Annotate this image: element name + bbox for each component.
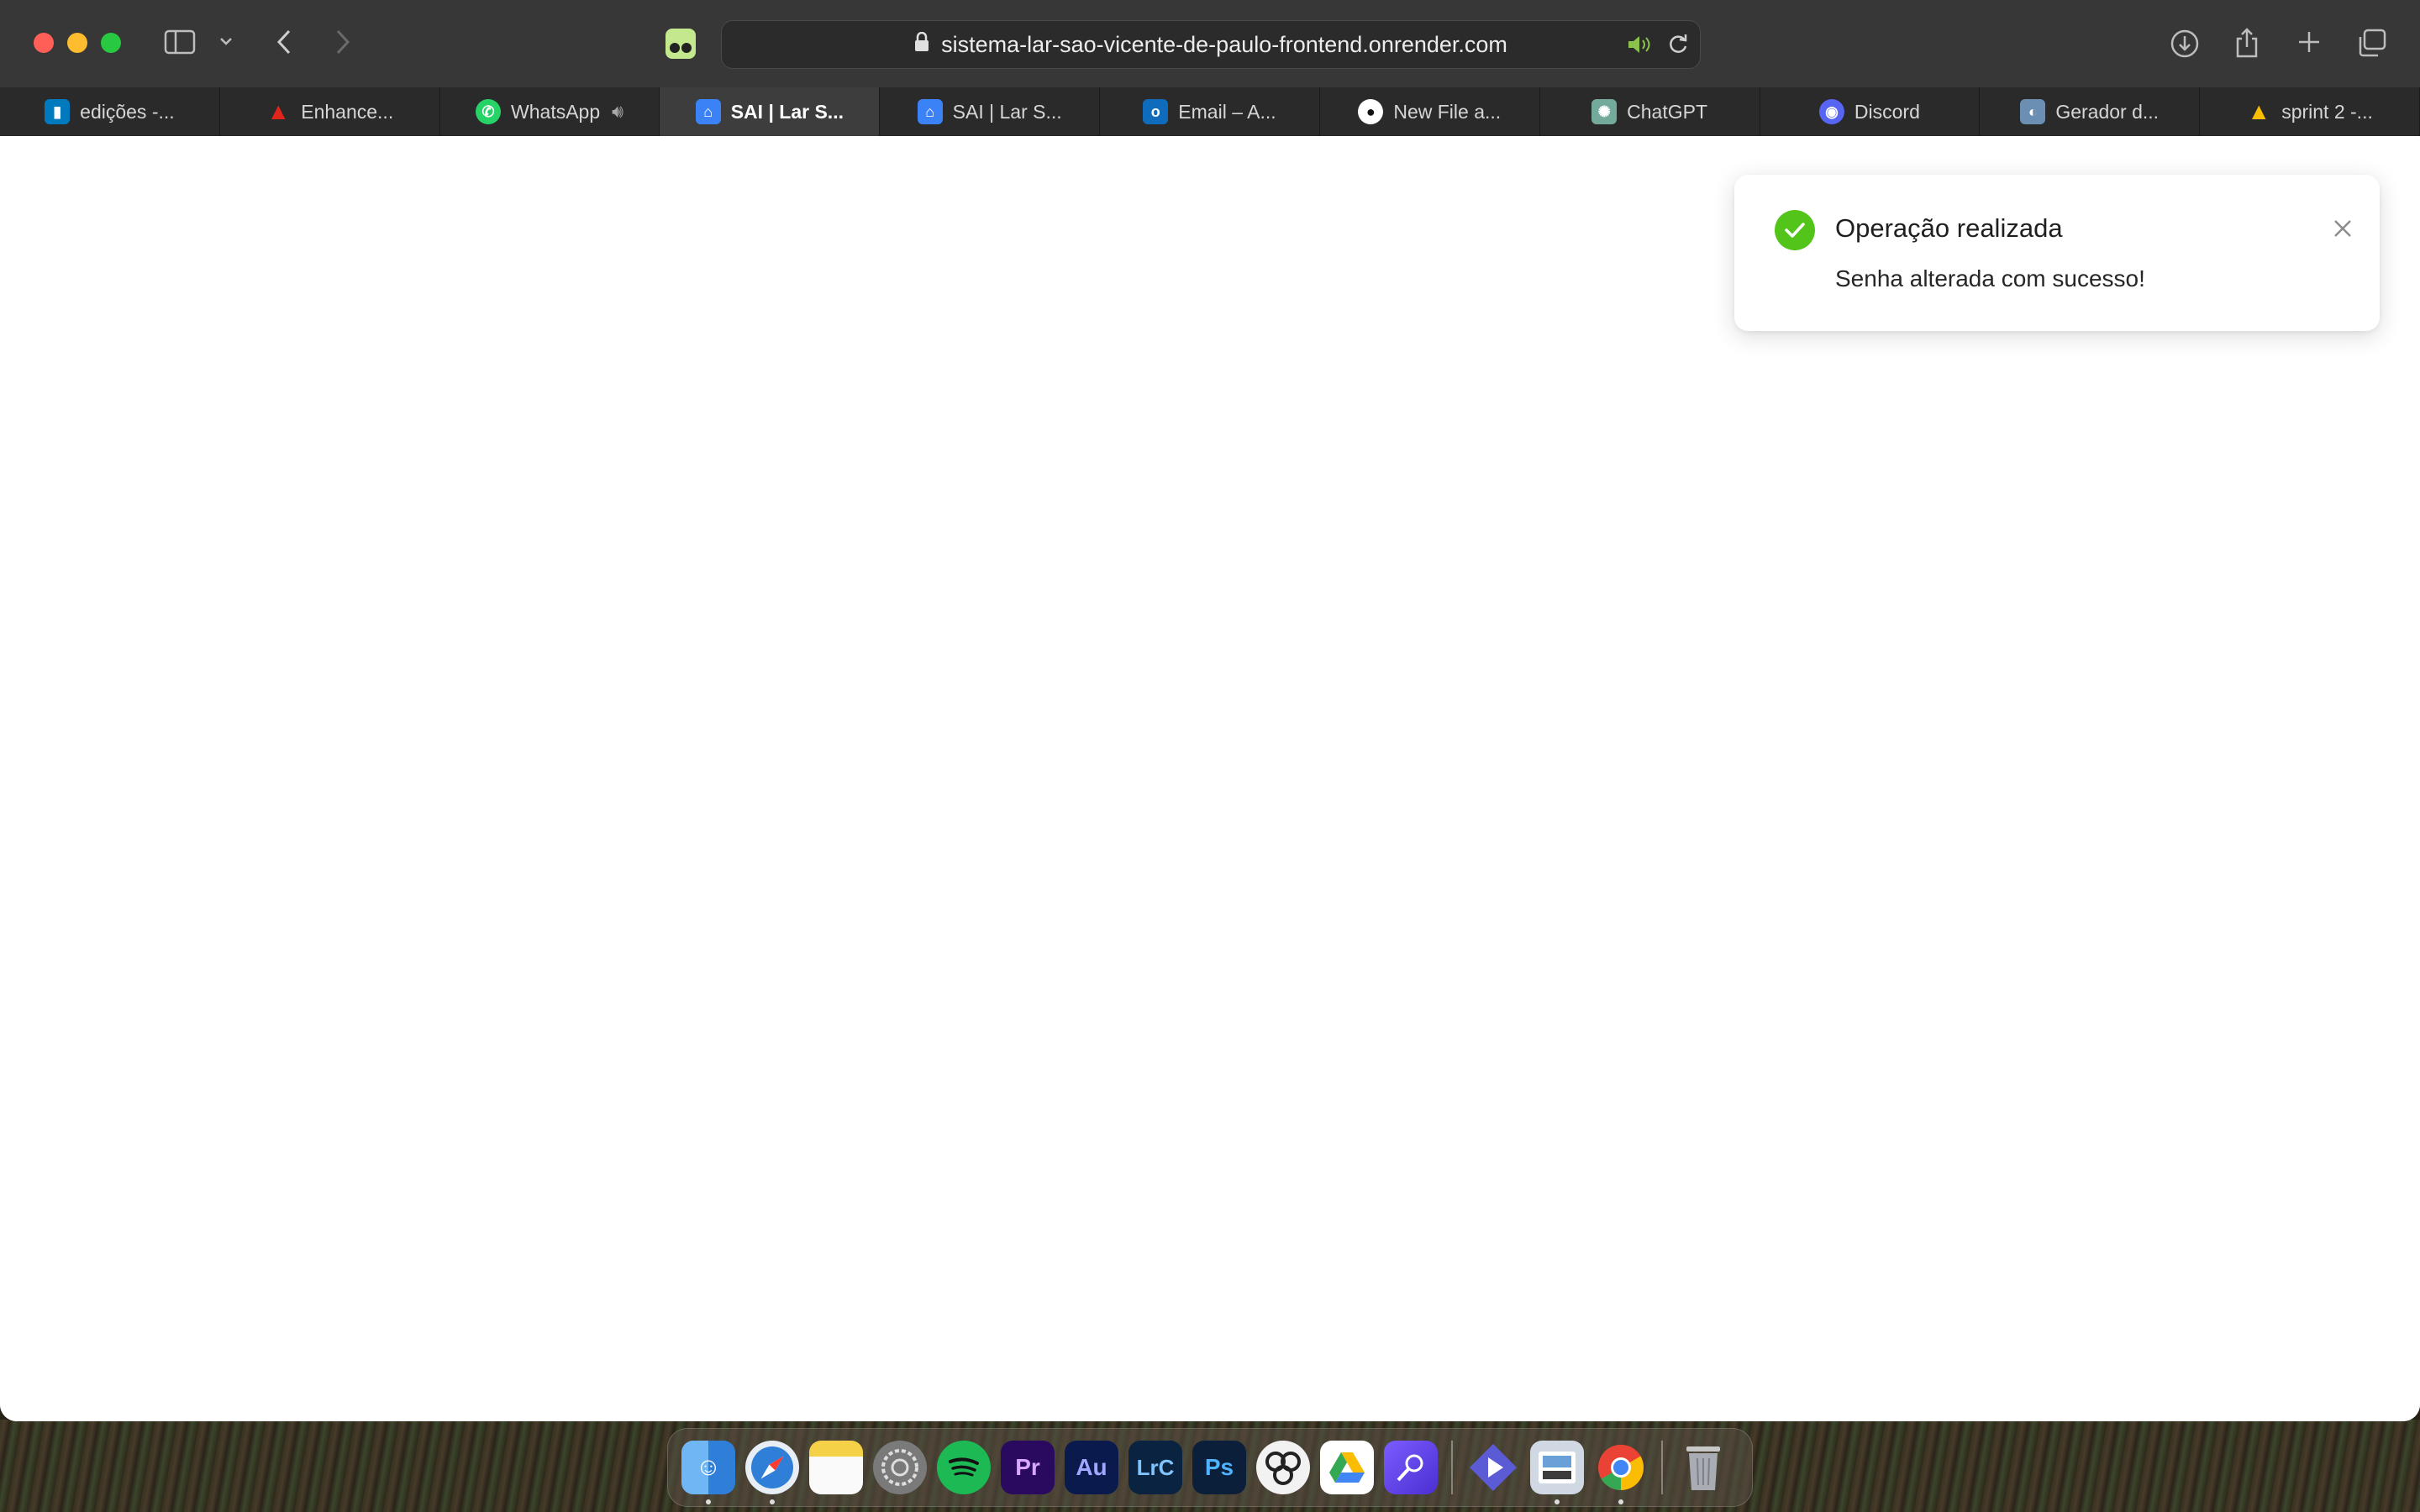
forward-icon[interactable] bbox=[328, 25, 358, 59]
tab-whatsapp[interactable]: ✆ WhatsApp 🔊︎ bbox=[440, 87, 660, 136]
browser-window: sistema-lar-sao-vicente-de-paulo-fronten… bbox=[0, 0, 2420, 1421]
finder-icon[interactable]: ☺ bbox=[681, 1441, 735, 1504]
gerador-icon: ◐ bbox=[2020, 99, 2046, 124]
dock-separator bbox=[1451, 1441, 1453, 1494]
lightroom-classic-icon[interactable]: LrC bbox=[1128, 1441, 1182, 1494]
tab-label: sprint 2 -... bbox=[2281, 100, 2373, 123]
speaker-icon[interactable] bbox=[1627, 32, 1652, 57]
address-bar[interactable]: sistema-lar-sao-vicente-de-paulo-fronten… bbox=[721, 20, 1701, 69]
tab-github[interactable]: ● New File a... bbox=[1320, 87, 1540, 136]
preview-icon[interactable] bbox=[1530, 1441, 1584, 1504]
discord-icon: ◉ bbox=[1818, 99, 1844, 124]
tab-label: edições -... bbox=[80, 100, 175, 123]
spotify-icon[interactable] bbox=[937, 1441, 991, 1494]
close-icon[interactable] bbox=[2328, 213, 2358, 244]
running-indicator bbox=[1555, 1499, 1560, 1504]
sai-icon: ⌂ bbox=[695, 99, 721, 124]
dock-separator bbox=[1661, 1441, 1663, 1494]
tab-label: Enhance... bbox=[301, 100, 394, 123]
check-circle-icon bbox=[1775, 210, 1815, 250]
tab-sai[interactable]: ⌂ SAI | Lar S... bbox=[880, 87, 1101, 136]
running-indicator bbox=[1618, 1499, 1623, 1504]
minimize-window-button[interactable] bbox=[67, 33, 87, 53]
tab-audio-icon[interactable]: 🔊︎ bbox=[612, 101, 623, 123]
close-window-button[interactable] bbox=[34, 33, 54, 53]
sai-icon: ⌂ bbox=[917, 99, 943, 124]
tab-chatgpt[interactable]: ✺ ChatGPT bbox=[1540, 87, 1760, 136]
notification-toast: Operação realizada Senha alterada com su… bbox=[1734, 175, 2380, 331]
reload-icon[interactable] bbox=[1665, 30, 1691, 57]
notification-message: Senha alterada com sucesso! bbox=[1835, 265, 2145, 291]
browser-toolbar: sistema-lar-sao-vicente-de-paulo-fronten… bbox=[0, 0, 2420, 88]
notes-icon[interactable] bbox=[809, 1441, 863, 1494]
premiere-pro-icon[interactable]: Pr bbox=[1001, 1441, 1055, 1494]
photoshop-icon[interactable]: Ps bbox=[1192, 1441, 1246, 1494]
tab-label: WhatsApp bbox=[511, 100, 601, 123]
tab-label: New File a... bbox=[1393, 100, 1502, 123]
dock: ☺ Pr Au LrC Ps bbox=[667, 1428, 1753, 1507]
outlook-icon: o bbox=[1143, 99, 1169, 124]
tab-overview-icon[interactable] bbox=[2356, 27, 2388, 59]
share-icon[interactable] bbox=[2232, 25, 2262, 60]
google-drive-icon: ▲ bbox=[2247, 98, 2271, 124]
linear-icon[interactable] bbox=[1466, 1441, 1520, 1494]
safari-icon[interactable] bbox=[745, 1441, 799, 1504]
system-settings-icon[interactable] bbox=[873, 1441, 927, 1494]
whatsapp-icon: ✆ bbox=[476, 99, 502, 124]
trash-icon[interactable] bbox=[1676, 1441, 1730, 1494]
tab-label: SAI | Lar S... bbox=[730, 100, 844, 123]
tab-sai-active[interactable]: ⌂ SAI | Lar S... bbox=[660, 87, 881, 136]
extension-icon[interactable] bbox=[664, 27, 697, 60]
tab-trello[interactable]: ▮ edições -... bbox=[0, 87, 220, 136]
tab-email[interactable]: o Email – A... bbox=[1100, 87, 1320, 136]
back-icon[interactable] bbox=[269, 25, 299, 59]
fullscreen-window-button[interactable] bbox=[101, 33, 121, 53]
running-indicator bbox=[770, 1499, 775, 1504]
tab-gerador[interactable]: ◐ Gerador d... bbox=[1980, 87, 2201, 136]
davinci-resolve-icon[interactable] bbox=[1256, 1441, 1310, 1494]
audition-icon[interactable]: Au bbox=[1065, 1441, 1118, 1494]
notification-title: Operação realizada bbox=[1835, 213, 2063, 243]
github-icon: ● bbox=[1358, 99, 1384, 124]
adobe-icon: ▲ bbox=[266, 98, 291, 124]
trello-icon: ▮ bbox=[45, 99, 71, 124]
google-drive-icon[interactable] bbox=[1320, 1441, 1374, 1494]
chatgpt-icon: ✺ bbox=[1591, 99, 1618, 124]
tab-sprint[interactable]: ▲ sprint 2 -... bbox=[2200, 87, 2420, 136]
tab-label: SAI | Lar S... bbox=[952, 100, 1062, 123]
chrome-icon[interactable] bbox=[1594, 1441, 1648, 1504]
tab-label: Gerador d... bbox=[2055, 100, 2160, 123]
tab-discord[interactable]: ◉ Discord bbox=[1760, 87, 1981, 136]
tab-bar: ▮ edições -... ▲ Enhance... ✆ WhatsApp 🔊… bbox=[0, 87, 2420, 137]
sidebar-toggle-icon[interactable] bbox=[163, 27, 197, 57]
chevron-down-icon[interactable] bbox=[215, 30, 237, 52]
downloads-icon[interactable] bbox=[2168, 27, 2202, 60]
instruments-icon[interactable] bbox=[1384, 1441, 1438, 1494]
tab-label: ChatGPT bbox=[1627, 100, 1708, 123]
new-tab-icon[interactable] bbox=[2294, 27, 2324, 57]
lock-icon bbox=[914, 31, 929, 58]
running-indicator bbox=[706, 1499, 711, 1504]
url-text: sistema-lar-sao-vicente-de-paulo-fronten… bbox=[941, 31, 1507, 57]
tab-label: Email – A... bbox=[1178, 100, 1276, 123]
tab-label: Discord bbox=[1854, 100, 1920, 123]
tab-adobe[interactable]: ▲ Enhance... bbox=[220, 87, 440, 136]
